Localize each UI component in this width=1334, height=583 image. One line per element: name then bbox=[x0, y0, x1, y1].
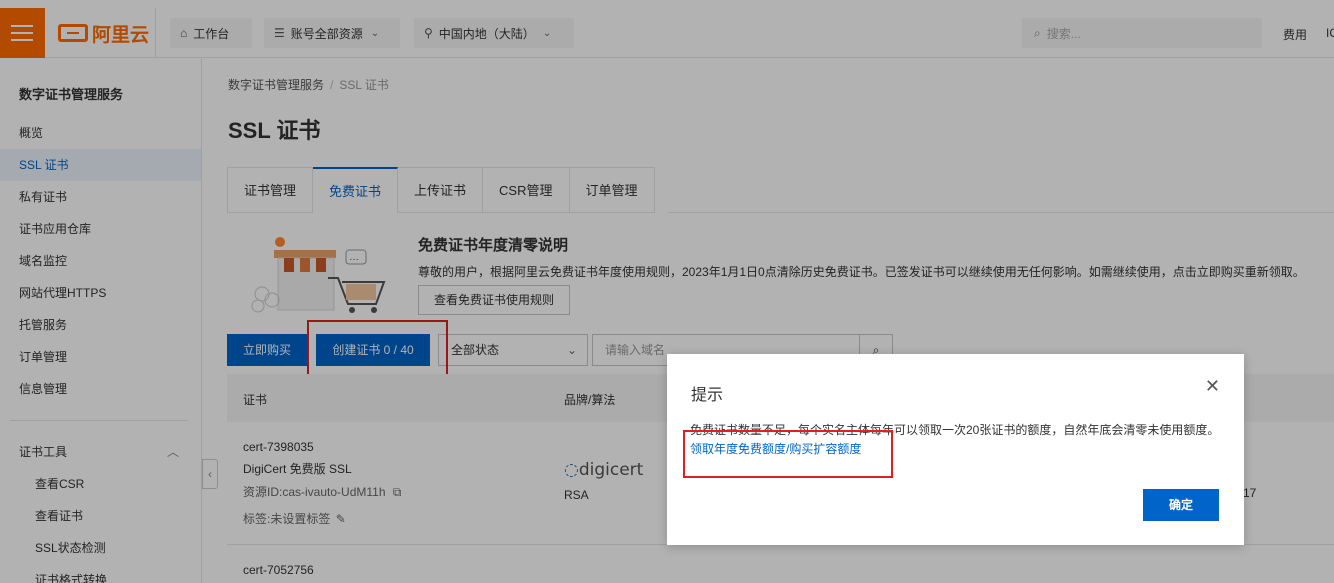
highlight-box bbox=[683, 430, 893, 478]
close-icon[interactable]: ✕ bbox=[1205, 376, 1220, 397]
ok-button[interactable]: 确定 bbox=[1143, 489, 1219, 521]
dialog-title: 提示 bbox=[691, 387, 724, 404]
